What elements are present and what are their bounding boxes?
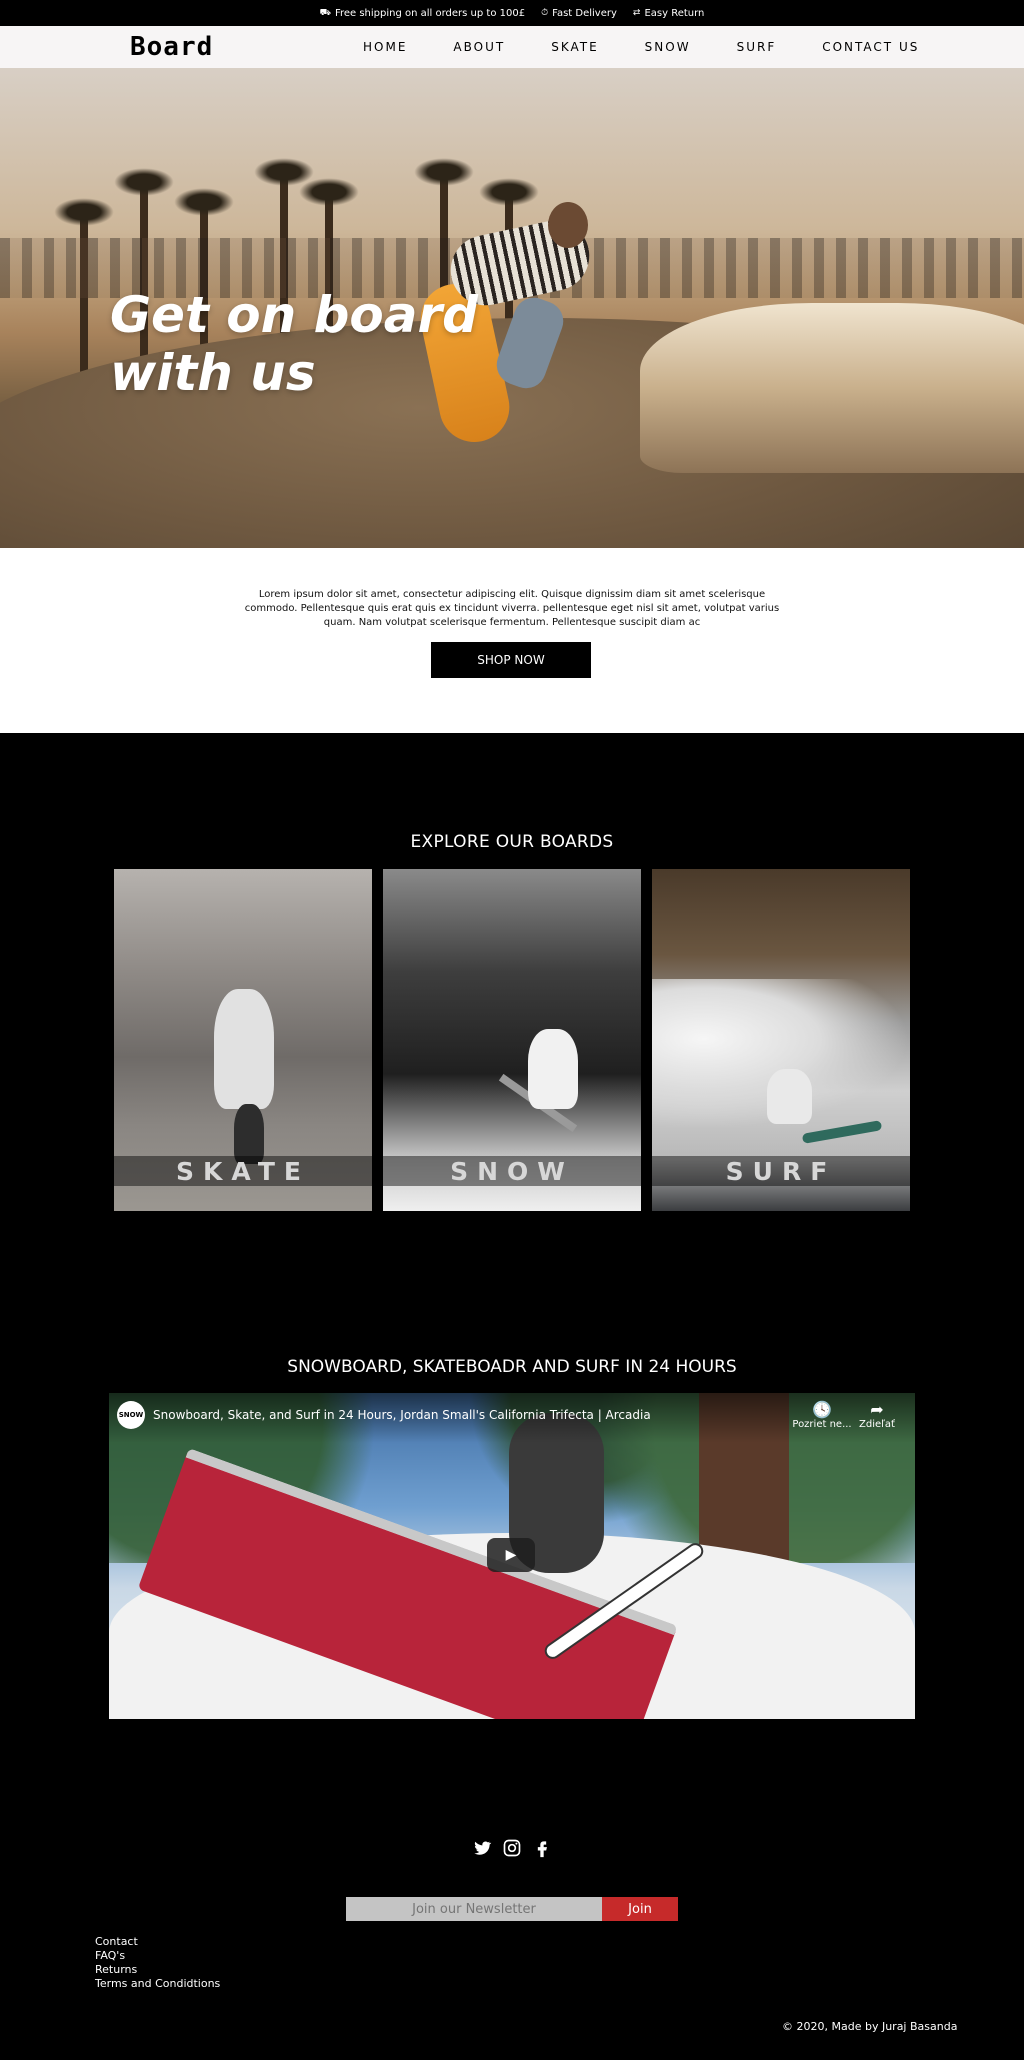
skateboard-figure: [234, 1104, 264, 1164]
promo-bar: ⛟ Free shipping on all orders up to 100£…: [0, 0, 1024, 26]
video-section-title: SNOWBOARD, SKATEBOADR AND SURF IN 24 HOU…: [287, 1357, 737, 1377]
watch-later-label: Pozriet ne...: [792, 1419, 852, 1430]
social-links: [472, 1838, 552, 1858]
hero-banner: Get on board with us: [0, 68, 1024, 548]
board-card-label: SNOW: [383, 1156, 641, 1186]
newsletter-form: Join: [346, 1897, 678, 1921]
board-card-label: SURF: [652, 1156, 910, 1186]
footer-links: Contact FAQ's Returns Terms and Condidti…: [95, 1935, 220, 1991]
nav-link-contact[interactable]: CONTACT US: [822, 40, 919, 54]
shop-now-button[interactable]: SHOP NOW: [431, 642, 591, 678]
intro-text: Lorem ipsum dolor sit amet, consectetur …: [244, 589, 780, 628]
snowboarder-figure: [528, 1029, 578, 1109]
share-label: Zdieľať: [859, 1419, 895, 1430]
board-card-snow[interactable]: SNOW: [383, 869, 641, 1211]
watch-later-button[interactable]: 🕓 Pozriet ne...: [792, 1400, 852, 1431]
video-title[interactable]: Snowboard, Skate, and Surf in 24 Hours, …: [153, 1408, 651, 1422]
instagram-icon[interactable]: [502, 1838, 522, 1858]
board-card-skate[interactable]: SKATE: [114, 869, 372, 1211]
nav-link-home[interactable]: HOME: [363, 40, 407, 54]
share-icon: ➦: [870, 1400, 884, 1419]
promo-fast-delivery: ⏱ Fast Delivery: [541, 8, 617, 19]
exchange-icon: ⇄: [632, 8, 641, 18]
hero-title: Get on board with us: [110, 286, 478, 402]
promo-text: Fast Delivery: [552, 7, 617, 19]
share-button[interactable]: ➦ Zdieľať: [847, 1400, 907, 1431]
promo-text: Easy Return: [644, 7, 705, 19]
facebook-icon[interactable]: [532, 1838, 552, 1858]
nav-link-skate[interactable]: SKATE: [551, 40, 598, 54]
promo-free-shipping: ⛟ Free shipping on all orders up to 100£: [320, 8, 525, 19]
promo-text: Free shipping on all orders up to 100£: [334, 7, 526, 19]
hero-title-line2: with us: [110, 344, 316, 402]
nav-menu: HOME ABOUT SKATE SNOW SURF CONTACT US: [363, 26, 919, 68]
copyright: © 2020, Made by Juraj Basanda: [782, 2020, 958, 2033]
youtube-video-embed[interactable]: SNOW Snowboard, Skate, and Surf in 24 Ho…: [109, 1393, 915, 1719]
twitter-icon[interactable]: [472, 1838, 492, 1858]
truck-icon: ⛟: [319, 7, 331, 18]
board-card-surf[interactable]: SURF: [652, 869, 910, 1211]
channel-avatar[interactable]: SNOW: [117, 1401, 145, 1429]
main-navigation: Board HOME ABOUT SKATE SNOW SURF CONTACT…: [0, 26, 1024, 68]
newsletter-input[interactable]: [346, 1897, 602, 1921]
intro-section: Lorem ipsum dolor sit amet, consectetur …: [0, 548, 1024, 733]
nav-link-surf[interactable]: SURF: [737, 40, 777, 54]
play-button[interactable]: ▶: [487, 1538, 535, 1572]
play-icon: ▶: [505, 1547, 517, 1563]
skater-figure: [214, 989, 274, 1109]
nav-link-about[interactable]: ABOUT: [453, 40, 505, 54]
clock-icon: 🕓: [812, 1400, 832, 1419]
board-card-label: SKATE: [114, 1156, 372, 1186]
skate-bowl-edge: [640, 303, 1024, 473]
footer-link-contact[interactable]: Contact: [95, 1935, 220, 1949]
clock-icon: ⏱: [541, 8, 549, 18]
surfer-figure: [767, 1069, 812, 1124]
footer-link-terms[interactable]: Terms and Condidtions: [95, 1977, 220, 1991]
join-button[interactable]: Join: [602, 1897, 678, 1921]
footer-link-returns[interactable]: Returns: [95, 1963, 220, 1977]
promo-easy-return: ⇄ Easy Return: [633, 8, 704, 19]
footer-link-faq[interactable]: FAQ's: [95, 1949, 220, 1963]
nav-link-snow[interactable]: SNOW: [645, 40, 691, 54]
explore-title: EXPLORE OUR BOARDS: [410, 832, 614, 852]
hero-title-line1: Get on board: [110, 286, 478, 344]
logo[interactable]: Board: [130, 26, 213, 68]
